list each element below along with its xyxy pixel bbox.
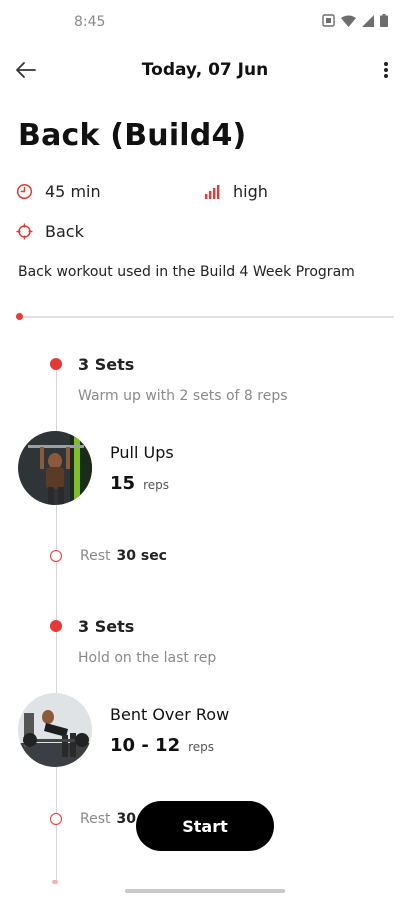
exercise-reps: 15 reps xyxy=(110,473,169,494)
reps-unit: reps xyxy=(188,740,215,754)
signal-bars-icon xyxy=(205,185,220,199)
timer-icon xyxy=(16,183,33,200)
more-vertical-icon xyxy=(384,62,388,78)
workout-progress-track xyxy=(18,316,394,318)
top-app-bar: Today, 07 Jun xyxy=(0,50,410,90)
status-time: 8:45 xyxy=(74,14,106,30)
exercise-reps: 10 - 12 reps xyxy=(110,735,214,756)
exercise-photo-pull-ups xyxy=(18,431,92,505)
exercise-thumbnail[interactable] xyxy=(18,431,92,505)
intensity-info: high xyxy=(204,182,268,201)
workout-title: Back (Build4) xyxy=(18,118,247,153)
rest-label: Rest xyxy=(80,811,111,827)
sets-label: 3 Sets xyxy=(78,617,135,636)
workout-description: Back workout used in the Build 4 Week Pr… xyxy=(18,264,355,280)
exercise-thumbnail[interactable] xyxy=(18,693,92,767)
duration-text: 45 min xyxy=(45,182,101,201)
sets-note: Warm up with 2 sets of 8 reps xyxy=(78,388,288,404)
exercise-name[interactable]: Bent Over Row xyxy=(110,705,229,724)
rest-value: 30 xyxy=(116,811,136,827)
status-icons xyxy=(322,14,388,27)
crosshair-icon xyxy=(16,223,33,240)
duration-info: 45 min xyxy=(16,182,101,201)
exercise-photo-bent-over-row xyxy=(18,693,92,767)
more-options-button[interactable] xyxy=(374,56,398,84)
start-button[interactable]: Start xyxy=(136,801,274,851)
home-indicator[interactable] xyxy=(125,889,285,893)
wifi-icon xyxy=(341,15,356,27)
target-info: Back xyxy=(16,222,84,241)
sets-label: 3 Sets xyxy=(78,355,135,374)
exercise-name[interactable]: Pull Ups xyxy=(110,443,174,462)
rest-info: Rest 30 xyxy=(80,811,136,827)
sim-icon xyxy=(322,14,335,27)
cell-signal-icon xyxy=(362,14,374,27)
status-bar: 8:45 xyxy=(0,0,410,44)
rest-info: Rest 30 sec xyxy=(80,548,167,564)
battery-icon xyxy=(380,14,388,27)
rest-value: 30 sec xyxy=(116,548,167,564)
next-set-marker xyxy=(52,880,58,884)
reps-value: 15 xyxy=(110,473,136,494)
sets-note: Hold on the last rep xyxy=(78,650,217,666)
set-marker xyxy=(50,620,62,632)
reps-unit: reps xyxy=(143,478,169,492)
rest-marker xyxy=(50,550,62,562)
rest-label: Rest xyxy=(80,548,111,564)
rest-marker xyxy=(50,813,62,825)
target-text: Back xyxy=(45,222,84,241)
date-title: Today, 07 Jun xyxy=(141,60,269,80)
workout-progress-indicator xyxy=(16,313,23,320)
reps-value: 10 - 12 xyxy=(110,735,181,756)
set-marker xyxy=(50,358,62,370)
intensity-text: high xyxy=(233,182,268,201)
